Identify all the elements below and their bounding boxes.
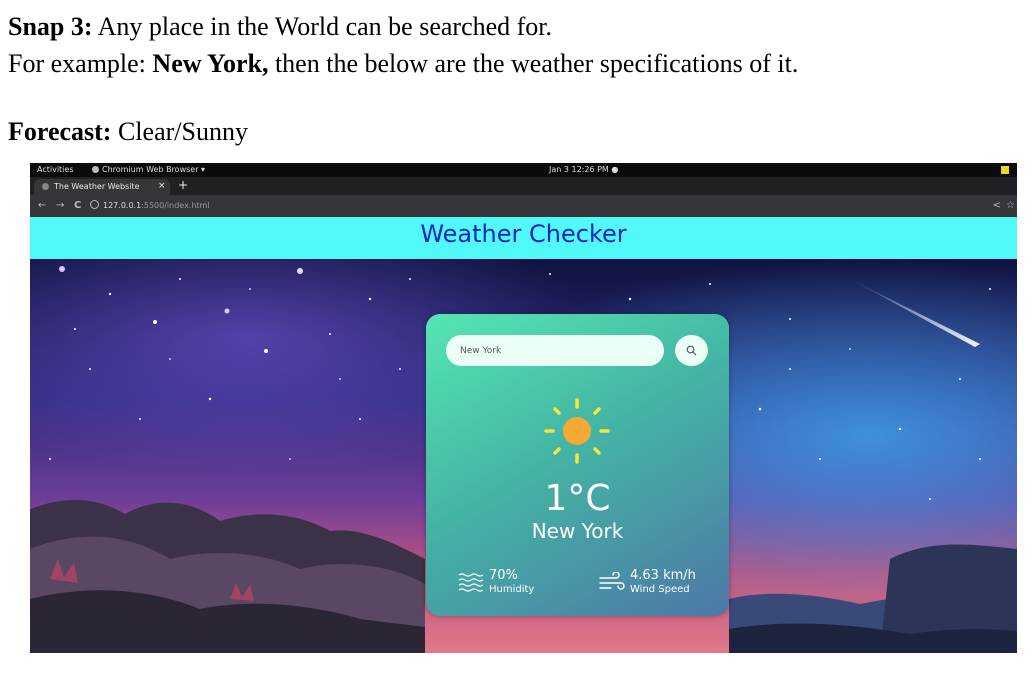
url-host: 127.0.0.1 [103,201,142,210]
temperature: 1°C [544,478,611,519]
indicator-icon[interactable] [1001,166,1009,174]
web-page: Weather Checker New York 1°C New York 70… [30,217,1017,653]
wind-value: 4.63 km/h [630,568,696,583]
night-sky-background: 1°C New York 70% Humidity [30,259,1017,653]
weather-card: 1°C New York 70% Humidity [426,314,729,616]
city-name: New York [531,519,624,543]
clock[interactable]: Jan 3 12:26 PM ● [549,165,618,174]
doc-forecast-line: Forecast: Clear/Sunny [8,117,248,147]
share-icon[interactable]: < [993,200,1001,211]
search-input[interactable] [446,335,664,366]
example-prefix: For example: [8,49,153,78]
screenshot: Activities Chromium Web Browser ▾ Jan 3 … [30,163,1017,653]
activities-button[interactable]: Activities [37,165,74,174]
wind-label: Wind Speed [630,584,690,595]
tab-title: The Weather Website [54,182,140,191]
wind-icon [599,572,625,590]
humidity-label: Humidity [489,584,535,595]
forward-icon[interactable]: → [56,200,64,211]
snap-label: Snap 3: [8,12,93,41]
doc-example-line: For example: New York, then the below ar… [8,49,798,79]
star-icon[interactable]: ☆ [1006,200,1015,211]
sun-icon [544,398,610,464]
example-city: New York, [152,49,269,78]
search-icon [686,345,697,356]
site-title: Weather Checker [420,220,627,248]
reload-icon[interactable]: C [74,200,81,211]
example-suffix: then the below are the weather specifica… [268,49,799,78]
site-header: Weather Checker [30,217,1017,259]
url-field[interactable]: 127.0.0.1:5500/index.html [90,200,210,210]
new-tab-button[interactable]: + [178,178,188,192]
close-tab-icon[interactable]: × [158,181,166,191]
chromium-icon [92,166,99,173]
humidity-icon [458,573,484,592]
forecast-value: Clear/Sunny [111,117,248,146]
address-bar-row: ← → C 127.0.0.1:5500/index.html < ☆ [30,195,1017,217]
search-button[interactable] [675,335,708,366]
doc-snap-heading: Snap 3: Any place in the World can be se… [8,12,552,42]
url-path: :5500/index.html [141,201,210,210]
tab-weather-website[interactable]: The Weather Website × [34,179,170,195]
back-icon[interactable]: ← [38,200,46,211]
forecast-label: Forecast: [8,117,112,146]
browser-app-menu[interactable]: Chromium Web Browser ▾ [92,165,205,174]
browser-app-name: Chromium Web Browser ▾ [102,165,206,174]
os-top-bar: Activities Chromium Web Browser ▾ Jan 3 … [30,163,1017,177]
globe-icon [42,183,49,190]
info-icon[interactable] [90,200,99,209]
snap-description: Any place in the World can be searched f… [92,12,553,41]
humidity-value: 70% [489,568,518,583]
tab-strip: The Weather Website × + [30,177,1017,195]
